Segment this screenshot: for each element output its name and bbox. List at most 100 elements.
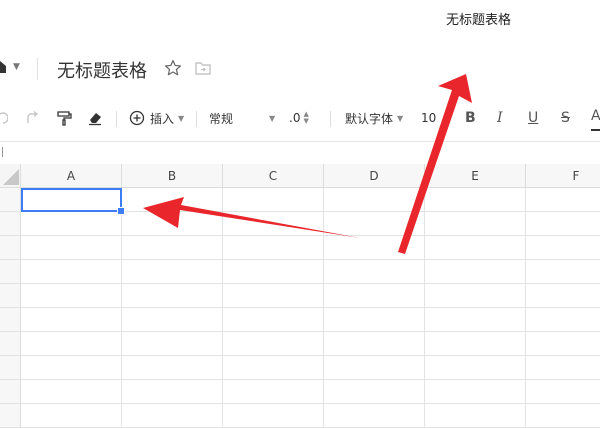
undo-button[interactable] bbox=[0, 103, 8, 133]
row-header[interactable] bbox=[0, 356, 21, 380]
grid-cell[interactable] bbox=[526, 356, 600, 380]
redo-button[interactable] bbox=[24, 103, 40, 133]
column-header-f[interactable]: F bbox=[526, 164, 600, 188]
grid-cell[interactable] bbox=[122, 260, 223, 284]
grid-cell[interactable] bbox=[425, 212, 526, 236]
grid-cell[interactable] bbox=[425, 404, 526, 428]
column-header-a[interactable]: A bbox=[21, 164, 122, 188]
grid-cell[interactable] bbox=[122, 404, 223, 428]
folder-icon[interactable] bbox=[195, 61, 211, 75]
grid-cell[interactable] bbox=[223, 308, 324, 332]
grid-cell[interactable] bbox=[223, 260, 324, 284]
spreadsheet-grid[interactable]: A B C D E F bbox=[0, 164, 600, 428]
grid-cell[interactable] bbox=[526, 188, 600, 212]
select-all-corner[interactable] bbox=[0, 164, 21, 188]
column-header-d[interactable]: D bbox=[324, 164, 425, 188]
row-header[interactable] bbox=[0, 284, 21, 308]
grid-cell[interactable] bbox=[425, 380, 526, 404]
grid-cell[interactable] bbox=[526, 404, 600, 428]
row-header[interactable] bbox=[0, 308, 21, 332]
grid-cell[interactable] bbox=[223, 356, 324, 380]
grid-cell[interactable] bbox=[526, 284, 600, 308]
grid-cell[interactable] bbox=[223, 332, 324, 356]
column-header-c[interactable]: C bbox=[223, 164, 324, 188]
grid-cell[interactable] bbox=[324, 380, 425, 404]
document-title[interactable]: 无标题表格 bbox=[57, 57, 147, 83]
font-size-select[interactable]: 10 bbox=[421, 103, 436, 133]
grid-cell[interactable] bbox=[526, 212, 600, 236]
italic-button[interactable]: I bbox=[497, 103, 503, 133]
grid-cell[interactable] bbox=[425, 284, 526, 308]
home-icon[interactable] bbox=[0, 61, 6, 73]
row-header[interactable] bbox=[0, 404, 21, 428]
grid-cell[interactable] bbox=[526, 236, 600, 260]
row-header[interactable] bbox=[0, 260, 21, 284]
grid-cell[interactable] bbox=[21, 308, 122, 332]
grid-cell[interactable] bbox=[21, 332, 122, 356]
clear-format-button[interactable] bbox=[87, 103, 103, 133]
grid-cell[interactable] bbox=[21, 404, 122, 428]
grid-cell[interactable] bbox=[223, 236, 324, 260]
grid-cell[interactable] bbox=[324, 356, 425, 380]
grid-cell[interactable] bbox=[324, 212, 425, 236]
grid-cell[interactable] bbox=[122, 236, 223, 260]
grid-cell[interactable] bbox=[223, 404, 324, 428]
grid-cell[interactable] bbox=[21, 236, 122, 260]
grid-cell[interactable] bbox=[122, 380, 223, 404]
grid-cell[interactable] bbox=[526, 308, 600, 332]
number-format-select[interactable]: 常规 ▼ bbox=[209, 103, 275, 133]
grid-cell[interactable] bbox=[122, 212, 223, 236]
decimal-label: .0 bbox=[289, 111, 301, 125]
grid-cell[interactable] bbox=[526, 332, 600, 356]
grid-cell[interactable] bbox=[21, 284, 122, 308]
grid-cell[interactable] bbox=[324, 236, 425, 260]
grid-cell[interactable] bbox=[21, 356, 122, 380]
selected-cell[interactable] bbox=[21, 188, 122, 212]
insert-button[interactable]: 插入 ▼ bbox=[129, 103, 184, 133]
format-painter-button[interactable] bbox=[56, 103, 72, 133]
grid-cell[interactable] bbox=[21, 380, 122, 404]
formula-bar[interactable] bbox=[0, 141, 600, 142]
underline-button[interactable]: U bbox=[528, 103, 538, 133]
decimal-places-control[interactable]: .0 ▲ ▼ bbox=[289, 103, 309, 133]
grid-cell[interactable] bbox=[122, 188, 223, 212]
grid-cell[interactable] bbox=[21, 260, 122, 284]
strikethrough-button[interactable]: S bbox=[561, 103, 570, 133]
grid-cell[interactable] bbox=[324, 284, 425, 308]
row-header[interactable] bbox=[0, 188, 21, 212]
row-header[interactable] bbox=[0, 380, 21, 404]
grid-cell[interactable] bbox=[223, 380, 324, 404]
row-header[interactable] bbox=[0, 332, 21, 356]
grid-cell[interactable] bbox=[223, 188, 324, 212]
grid-cell[interactable] bbox=[122, 356, 223, 380]
grid-cell[interactable] bbox=[425, 308, 526, 332]
column-header-b[interactable]: B bbox=[122, 164, 223, 188]
grid-cell[interactable] bbox=[324, 404, 425, 428]
grid-cell[interactable] bbox=[324, 260, 425, 284]
grid-cell[interactable] bbox=[122, 332, 223, 356]
grid-cell[interactable] bbox=[324, 308, 425, 332]
row-header[interactable] bbox=[0, 212, 21, 236]
grid-cell[interactable] bbox=[223, 284, 324, 308]
grid-cell[interactable] bbox=[425, 260, 526, 284]
grid-cell[interactable] bbox=[526, 380, 600, 404]
row-header[interactable] bbox=[0, 236, 21, 260]
grid-cell[interactable] bbox=[223, 212, 324, 236]
font-color-button[interactable]: A bbox=[591, 103, 600, 131]
grid-cell[interactable] bbox=[425, 236, 526, 260]
column-header-e[interactable]: E bbox=[425, 164, 526, 188]
grid-cell[interactable] bbox=[324, 332, 425, 356]
font-family-select[interactable]: 默认字体 ▼ bbox=[345, 103, 403, 133]
grid-cell[interactable] bbox=[21, 212, 122, 236]
bold-button[interactable]: B bbox=[465, 103, 476, 133]
fill-handle[interactable] bbox=[117, 207, 125, 215]
star-icon[interactable] bbox=[164, 59, 182, 77]
grid-cell[interactable] bbox=[324, 188, 425, 212]
grid-cell[interactable] bbox=[425, 188, 526, 212]
grid-cell[interactable] bbox=[122, 308, 223, 332]
grid-cell[interactable] bbox=[526, 260, 600, 284]
grid-cell[interactable] bbox=[425, 356, 526, 380]
grid-cell[interactable] bbox=[425, 332, 526, 356]
grid-cell[interactable] bbox=[122, 284, 223, 308]
chevron-down-icon[interactable]: ▼ bbox=[13, 62, 20, 72]
